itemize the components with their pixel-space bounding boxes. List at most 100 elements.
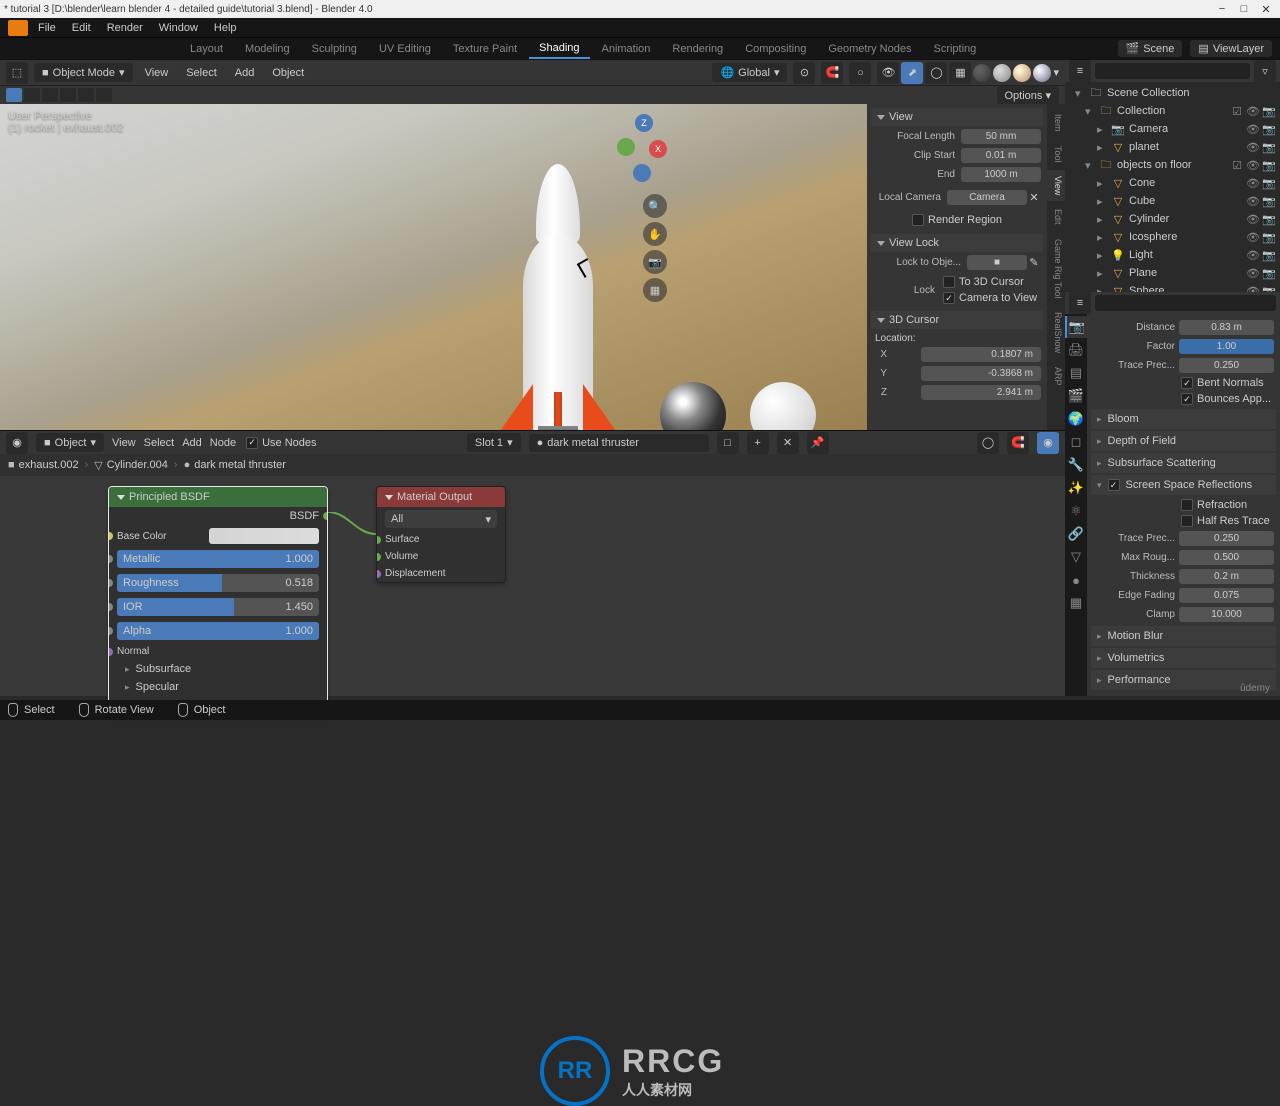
bloom-header[interactable]: Bloom <box>1091 409 1276 429</box>
to-3d-cursor-checkbox[interactable] <box>943 276 955 288</box>
render-region-checkbox[interactable] <box>912 214 924 226</box>
edge-fade-input[interactable]: 0.075 <box>1179 588 1274 603</box>
normal-socket[interactable] <box>108 648 113 656</box>
cursor-y-input[interactable]: -0.3868 m <box>921 366 1041 381</box>
proptab-viewlayer[interactable]: ▤ <box>1065 362 1087 384</box>
window-maximize-icon[interactable]: □ <box>1234 2 1254 16</box>
gizmo-toggle-icon[interactable]: ⬈ <box>901 62 923 84</box>
eye-icon[interactable]: 👁 <box>1246 194 1260 208</box>
proptab-material[interactable]: ● <box>1065 569 1087 591</box>
outliner-search-input[interactable] <box>1095 63 1250 79</box>
surface-socket[interactable] <box>376 536 381 544</box>
outliner-icosphere[interactable]: ▸▽Icosphere👁📷 <box>1067 228 1278 246</box>
proptab-physics[interactable]: ⚛ <box>1065 500 1087 522</box>
dof-header[interactable]: Depth of Field <box>1091 431 1276 451</box>
3d-viewport[interactable]: User Perspective (1) rocket | exhaust.00… <box>0 104 867 430</box>
crumb-mesh[interactable]: ▽ Cylinder.004 <box>94 459 168 472</box>
metallic-slider[interactable]: Metallic1.000 <box>117 550 319 568</box>
tab-compositing[interactable]: Compositing <box>735 39 816 58</box>
outliner-camera[interactable]: ▸📷Camera👁📷 <box>1067 120 1278 138</box>
render-toggle-icon[interactable]: 📷 <box>1262 284 1276 292</box>
menu-window[interactable]: Window <box>153 20 204 36</box>
viewport-menu-object[interactable]: Object <box>266 65 310 81</box>
material-unlink-icon[interactable]: ✕ <box>777 432 799 454</box>
node-menu-node[interactable]: Node <box>210 437 236 449</box>
ntab-realsnow[interactable]: RealSnow <box>1047 306 1065 359</box>
pan-nav-icon[interactable]: ✋ <box>643 222 667 246</box>
node-editor-type-icon[interactable]: ◉ <box>6 432 28 454</box>
eye-icon[interactable]: 👁 <box>1246 104 1260 118</box>
material-slot-selector[interactable]: Slot 1▾ <box>467 433 521 452</box>
window-minimize-icon[interactable]: − <box>1212 2 1232 16</box>
proptab-world[interactable]: 🌍 <box>1065 408 1087 430</box>
render-toggle-icon[interactable]: 📷 <box>1262 230 1276 244</box>
proptab-output[interactable]: 🖨 <box>1065 339 1087 361</box>
window-close-icon[interactable]: ✕ <box>1256 2 1276 16</box>
distance-input[interactable]: 0.83 m <box>1179 320 1274 335</box>
outliner-sphere[interactable]: ▸▽Sphere👁📷 <box>1067 282 1278 292</box>
properties-type-icon[interactable]: ≡ <box>1069 292 1091 314</box>
editor-type-icon[interactable]: ⬚ <box>6 62 28 84</box>
outliner-plane[interactable]: ▸▽Plane👁📷 <box>1067 264 1278 282</box>
render-toggle-icon[interactable]: 📷 <box>1262 266 1276 280</box>
volumetrics-header[interactable]: Volumetrics <box>1091 648 1276 668</box>
outliner-light[interactable]: ▸💡Light👁📷 <box>1067 246 1278 264</box>
proptab-object[interactable]: ◻ <box>1065 431 1087 453</box>
ssr-checkbox[interactable] <box>1108 479 1120 491</box>
thickness-input[interactable]: 0.2 m <box>1179 569 1274 584</box>
outliner-filter-icon[interactable]: ▿ <box>1254 60 1276 82</box>
matout-target-select[interactable]: All▾ <box>385 510 497 528</box>
proptab-scene[interactable]: 🎬 <box>1065 385 1087 407</box>
menu-file[interactable]: File <box>32 20 62 36</box>
ior-slider[interactable]: IOR1.450 <box>117 598 319 616</box>
outliner-scene-collection[interactable]: ▾🗀Scene Collection <box>1067 84 1278 102</box>
node-material-output[interactable]: Material Output All▾ Surface Volume Disp… <box>376 486 506 583</box>
render-toggle-icon[interactable]: 📷 <box>1262 140 1276 154</box>
axis-x-icon[interactable]: X <box>649 140 667 158</box>
outliner-collection[interactable]: ▾🗀Collection☑👁📷 <box>1067 102 1278 120</box>
zoom-nav-icon[interactable]: 🔍 <box>643 194 667 218</box>
node-overlay-icon[interactable]: ◯ <box>977 432 999 454</box>
outliner-cylinder[interactable]: ▸▽Cylinder👁📷 <box>1067 210 1278 228</box>
axis-neg-icon[interactable] <box>633 164 651 182</box>
roughness-socket[interactable] <box>108 579 113 587</box>
volume-socket[interactable] <box>376 553 381 561</box>
ntab-gamerig[interactable]: Game Rig Tool <box>1047 233 1065 304</box>
base-color-swatch[interactable] <box>209 528 319 544</box>
render-toggle-icon[interactable]: 📷 <box>1262 158 1276 172</box>
tab-sculpting[interactable]: Sculpting <box>302 39 367 58</box>
eye-icon[interactable]: 👁 <box>1246 284 1260 292</box>
ssr-header[interactable]: Screen Space Reflections <box>1091 475 1276 495</box>
camera-to-view-checkbox[interactable] <box>943 292 955 304</box>
orientation-selector[interactable]: 🌐Global▾ <box>712 63 787 82</box>
shading-solid-icon[interactable] <box>993 64 1011 82</box>
ntab-tool[interactable]: Tool <box>1047 140 1065 169</box>
outliner-planet[interactable]: ▸▽planet👁📷 <box>1067 138 1278 156</box>
max-rough-input[interactable]: 0.500 <box>1179 550 1274 565</box>
proptab-render[interactable]: 📷 <box>1065 316 1087 338</box>
viewport-menu-add[interactable]: Add <box>229 65 261 81</box>
outliner[interactable]: ▾🗀Scene Collection ▾🗀Collection☑👁📷 ▸📷Cam… <box>1065 82 1280 292</box>
overlays-icon[interactable]: ◯ <box>925 62 947 84</box>
metallic-socket[interactable] <box>108 555 113 563</box>
bsdf-output-socket[interactable] <box>323 512 328 520</box>
tool-extra[interactable] <box>96 88 112 102</box>
clip-start-input[interactable]: 0.01 m <box>961 148 1041 163</box>
tab-shading[interactable]: Shading <box>529 38 589 59</box>
node-menu-view[interactable]: View <box>112 437 136 449</box>
render-toggle-icon[interactable]: 📷 <box>1262 248 1276 262</box>
displacement-socket[interactable] <box>376 570 381 578</box>
node-snap-icon[interactable]: 🧲 <box>1007 432 1029 454</box>
camera-nav-icon[interactable]: 📷 <box>643 250 667 274</box>
trace-prec2-input[interactable]: 0.250 <box>1179 531 1274 546</box>
eyedropper-icon[interactable]: ✎ <box>1027 256 1041 269</box>
outliner-cone[interactable]: ▸▽Cone👁📷 <box>1067 174 1278 192</box>
tab-texture-paint[interactable]: Texture Paint <box>443 39 527 58</box>
factor-input[interactable]: 1.00 <box>1179 339 1274 354</box>
tab-layout[interactable]: Layout <box>180 39 233 58</box>
material-new-icon[interactable]: + <box>747 432 769 454</box>
pivot-icon[interactable]: ⊙ <box>793 62 815 84</box>
pin-icon[interactable]: 📌 <box>807 432 829 454</box>
viewlayer-selector[interactable]: ▤ViewLayer <box>1190 40 1272 57</box>
checkbox-icon[interactable]: ☑ <box>1230 158 1244 172</box>
